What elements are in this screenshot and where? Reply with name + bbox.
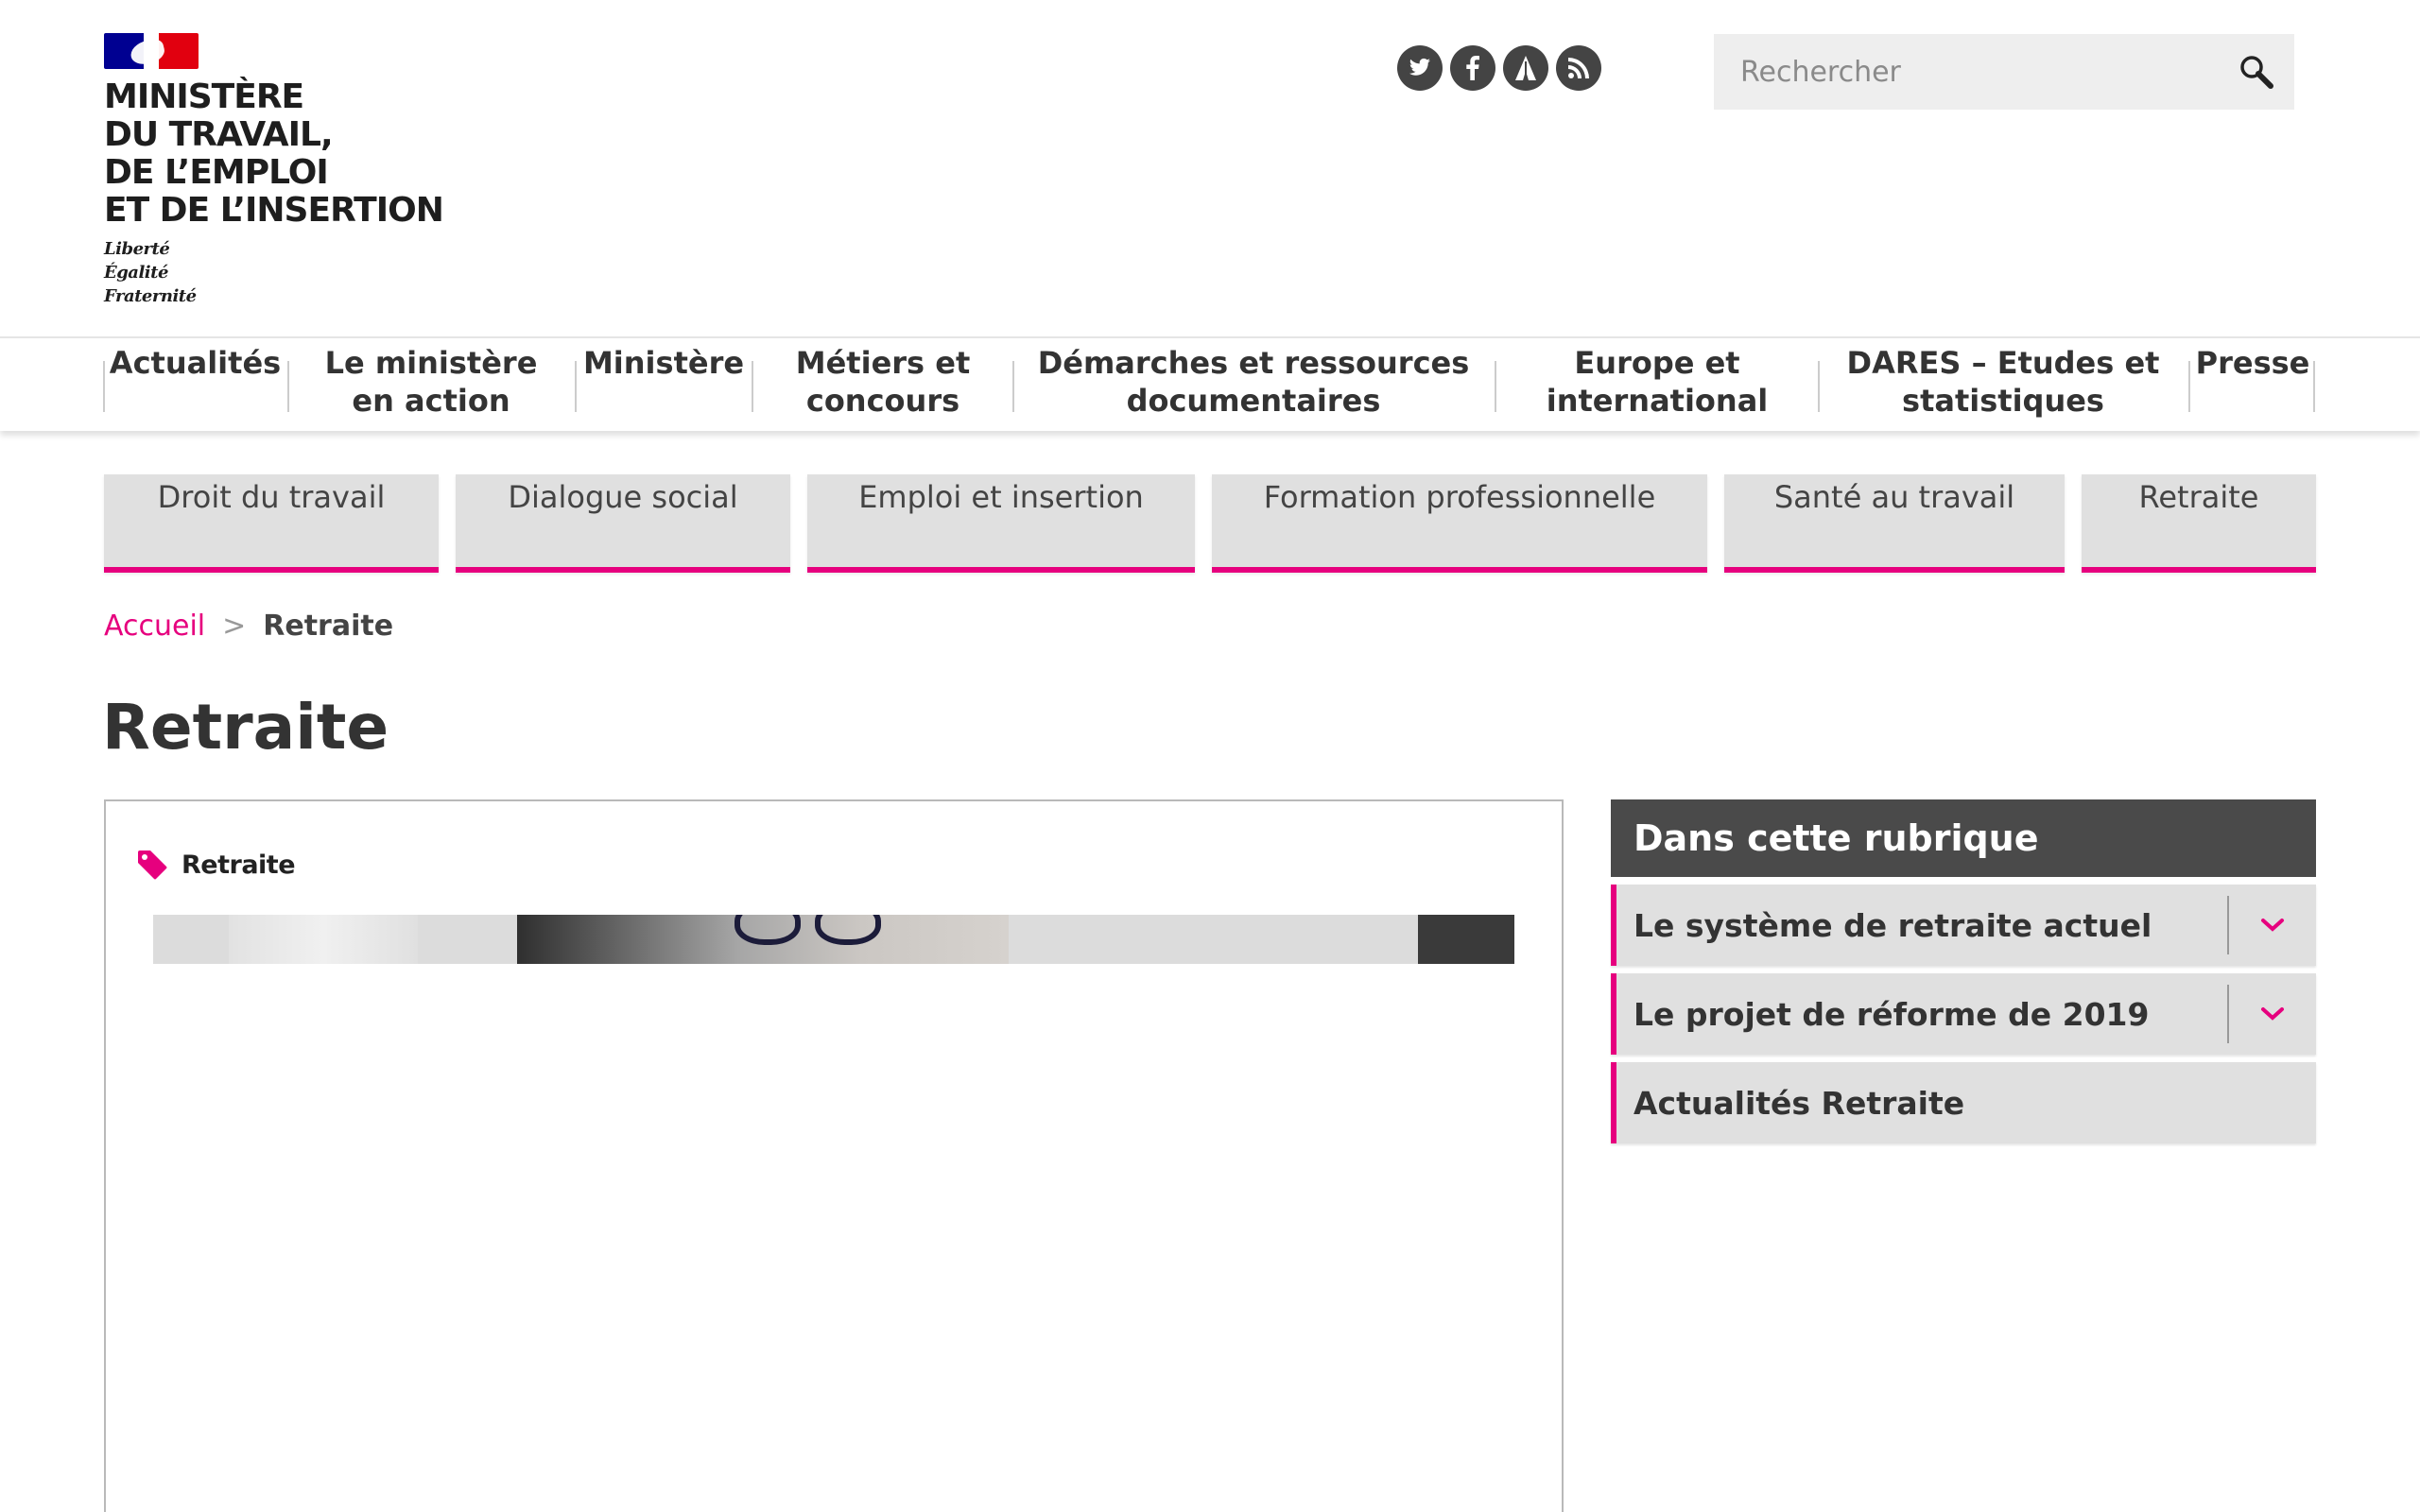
twitter-icon[interactable]: [1397, 45, 1443, 91]
page-title: Retraite: [102, 691, 389, 764]
nav-item-ministere[interactable]: Ministère: [579, 338, 749, 429]
search-input[interactable]: [1714, 34, 2219, 110]
breadcrumb-home-link[interactable]: Accueil: [104, 608, 205, 645]
ministry-name-line: ET DE L’INSERTION: [104, 191, 444, 230]
sidebar-rubrique: Dans cette rubrique Le système de retrai…: [1611, 799, 2316, 1143]
ministry-name: MINISTÈRE DU TRAVAIL, DE L’EMPLOI ET DE …: [104, 78, 463, 230]
chevron-down-icon[interactable]: [2227, 896, 2316, 954]
motto-line: Égalité: [104, 263, 168, 283]
nav-item-dares[interactable]: DARES – Etudes et statistiques: [1843, 338, 2163, 429]
article-card: Retraite: [104, 799, 1564, 1512]
chevron-down-icon[interactable]: [2227, 985, 2316, 1043]
tab-sante-au-travail[interactable]: Santé au travail: [1724, 474, 2065, 573]
tab-droit-du-travail[interactable]: Droit du travail: [104, 474, 439, 573]
marianne-flag-logo: [104, 33, 199, 69]
breadcrumb-separator: >: [222, 610, 247, 643]
facebook-icon[interactable]: [1450, 45, 1495, 91]
sidebar-item-systeme-retraite[interactable]: Le système de retraite actuel: [1611, 885, 2316, 966]
nav-item-metiers-concours[interactable]: Métiers et concours: [775, 338, 991, 429]
sidebar-heading: Dans cette rubrique: [1611, 799, 2316, 877]
breadcrumb: Accueil > Retraite: [104, 608, 393, 645]
breadcrumb-current: Retraite: [263, 610, 394, 643]
search-button[interactable]: [2219, 34, 2294, 110]
ministry-name-line: DU TRAVAIL,: [104, 115, 334, 154]
nav-item-demarches[interactable]: Démarches et ressources documentaires: [1030, 338, 1477, 429]
ministry-name-line: MINISTÈRE: [104, 77, 304, 116]
nav-item-europe-international[interactable]: Europe et international: [1520, 338, 1794, 429]
article-hero-image: [153, 915, 1514, 964]
sidebar-item-label: Le projet de réforme de 2019: [1634, 995, 2150, 1033]
rss-icon[interactable]: [1556, 45, 1601, 91]
dailymotion-icon[interactable]: [1503, 45, 1548, 91]
republic-motto: Liberté Égalité Fraternité: [104, 237, 197, 308]
nav-item-presse[interactable]: Presse: [2193, 338, 2312, 429]
sidebar-item-actualites-retraite[interactable]: Actualités Retraite: [1611, 1062, 2316, 1143]
social-links: [1397, 45, 1601, 91]
tab-emploi-insertion[interactable]: Emploi et insertion: [807, 474, 1195, 573]
main-navigation: Actualités Le ministère en action Minist…: [0, 336, 2420, 431]
nav-item-actualites[interactable]: Actualités: [108, 338, 283, 429]
article-tag[interactable]: Retraite: [136, 849, 296, 881]
tab-retraite[interactable]: Retraite: [2082, 474, 2316, 573]
search-bar: [1714, 34, 2294, 110]
sidebar-item-label: Le système de retraite actuel: [1634, 906, 2152, 944]
article-tag-label: Retraite: [182, 850, 296, 880]
tab-dialogue-social[interactable]: Dialogue social: [456, 474, 790, 573]
ministry-logo[interactable]: MINISTÈRE DU TRAVAIL, DE L’EMPLOI ET DE …: [104, 33, 444, 307]
nav-item-ministere-en-action[interactable]: Le ministère en action: [301, 338, 562, 429]
ministry-name-line: DE L’EMPLOI: [104, 153, 329, 192]
tag-icon: [138, 850, 167, 880]
sidebar-item-projet-reforme[interactable]: Le projet de réforme de 2019: [1611, 973, 2316, 1055]
sidebar-item-label: Actualités Retraite: [1634, 1084, 1965, 1122]
search-icon: [2240, 56, 2273, 89]
motto-line: Liberté: [104, 239, 170, 259]
tab-formation-professionnelle[interactable]: Formation professionnelle: [1212, 474, 1707, 573]
motto-line: Fraternité: [104, 286, 197, 306]
